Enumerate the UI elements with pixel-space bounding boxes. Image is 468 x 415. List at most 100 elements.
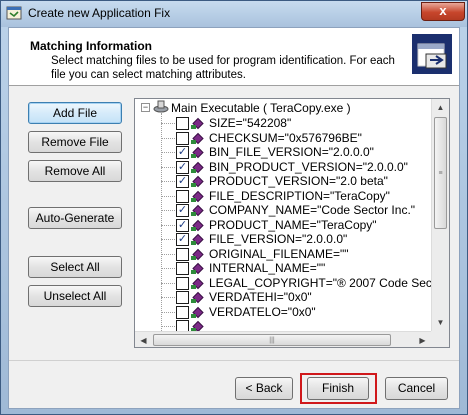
checkmark-icon: ✓	[177, 175, 188, 187]
tree-item[interactable]: ✓ PRODUCT_NAME="TeraCopy"	[161, 217, 449, 233]
attribute-icon	[191, 233, 204, 246]
attribute-checkbox[interactable]	[176, 189, 189, 203]
tree-connector-line	[161, 326, 175, 327]
tree-item[interactable]: VERDATEHI="0x0"	[161, 290, 449, 305]
tree-item[interactable]: CHECKSUM="0x576796BE"	[161, 131, 449, 146]
finish-button[interactable]: Finish	[307, 377, 369, 400]
scrollbar-corner	[431, 331, 449, 347]
attribute-icon	[191, 248, 204, 260]
attribute-checkbox[interactable]	[176, 262, 189, 275]
auto-generate-button[interactable]: Auto-Generate	[28, 207, 122, 229]
checkmark-icon: ✓	[177, 146, 188, 158]
back-button[interactable]: < Back	[235, 377, 293, 400]
tree-item-label: SIZE="542208"	[209, 116, 292, 130]
tree-connector-line	[161, 181, 175, 182]
wizard-header: Matching Information Select matching fil…	[9, 28, 459, 86]
attribute-checkbox[interactable]	[176, 247, 189, 261]
vertical-scrollbar[interactable]: ▲ ≡ ▼	[431, 99, 449, 331]
tree-item-label: PRODUCT_NAME="TeraCopy"	[209, 217, 377, 232]
matching-files-tree[interactable]: − Main Executable ( TeraCopy.exe ) SIZE=…	[134, 98, 450, 348]
attribute-icon	[191, 117, 204, 130]
tree-item[interactable]: ✓ COMPANY_NAME="Code Sector Inc."	[161, 203, 449, 218]
tree-item-label: PRODUCT_VERSION="2.0 beta"	[209, 174, 388, 188]
checkmark-icon: ✓	[177, 160, 188, 173]
tree-connector-line	[161, 195, 175, 197]
tree-item[interactable]: ORIGINAL_FILENAME=""	[161, 246, 449, 262]
attribute-checkbox[interactable]: ✓	[176, 160, 189, 174]
tree-connector-line	[161, 268, 175, 269]
horizontal-scrollbar[interactable]: ◀ ||| ▶	[135, 331, 431, 347]
attribute-icon	[191, 204, 204, 217]
attribute-checkbox[interactable]	[176, 117, 189, 130]
attribute-icon	[191, 291, 204, 304]
remove-all-button[interactable]: Remove All	[28, 160, 122, 182]
horizontal-scroll-thumb[interactable]: |||	[153, 334, 391, 346]
attribute-checkbox[interactable]: ✓	[176, 204, 189, 217]
scroll-left-icon[interactable]: ◀	[135, 332, 152, 347]
tree-connector-line	[161, 239, 175, 240]
tree-item-label: LEGAL_COPYRIGHT="® 2007 Code Sector Inc	[209, 275, 450, 290]
attribute-checkbox[interactable]	[176, 131, 189, 145]
tree-item[interactable]: SIZE="542208"	[161, 116, 449, 131]
tree-connector-line	[161, 253, 175, 255]
attribute-checkbox[interactable]	[176, 291, 189, 304]
checkmark-icon: ✓	[177, 218, 188, 231]
tree-item[interactable]: INTERNAL_NAME=""	[161, 261, 449, 276]
select-all-button[interactable]: Select All	[28, 256, 122, 278]
attribute-checkbox[interactable]	[176, 305, 189, 319]
window-title: Create new Application Fix	[28, 6, 171, 20]
tree-item-label: VERDATELO="0x0"	[209, 304, 316, 319]
tree-connector-line	[161, 297, 175, 298]
scroll-down-icon[interactable]: ▼	[432, 314, 449, 331]
tree-item[interactable]: ✓ BIN_PRODUCT_VERSION="2.0.0.0"	[161, 159, 449, 175]
tree-connector-line	[161, 152, 175, 153]
page-description: Select matching files to be used for pro…	[51, 55, 395, 81]
attribute-checkbox[interactable]: ✓	[176, 146, 189, 159]
attribute-checkbox[interactable]: ✓	[176, 233, 189, 246]
tree-item[interactable]: FILE_DESCRIPTION="TeraCopy"	[161, 189, 449, 204]
wizard-banner-icon	[412, 34, 452, 74]
attribute-checkbox[interactable]: ✓	[176, 175, 189, 188]
cancel-button[interactable]: Cancel	[385, 377, 448, 400]
attribute-icon	[191, 146, 204, 159]
tree-item-label: BIN_PRODUCT_VERSION="2.0.0.0"	[209, 159, 408, 174]
tree-item[interactable]: ✓ FILE_VERSION="2.0.0.0"	[161, 232, 449, 247]
attribute-icon	[191, 190, 204, 202]
tree-item-label: ORIGINAL_FILENAME=""	[209, 246, 349, 261]
remove-file-button[interactable]: Remove File	[28, 131, 122, 153]
tree-item-label: VERDATEHI="0x0"	[209, 290, 312, 304]
collapse-icon[interactable]: −	[141, 103, 150, 112]
footer-divider	[9, 360, 459, 361]
attribute-checkbox[interactable]	[176, 276, 189, 290]
attribute-checkbox[interactable]: ✓	[176, 218, 189, 232]
page-title: Matching Information	[30, 39, 152, 53]
tree-root-label: Main Executable ( TeraCopy.exe )	[171, 101, 351, 115]
tree-item[interactable]: ✓ PRODUCT_VERSION="2.0 beta"	[161, 174, 449, 189]
tree-connector-line	[161, 166, 175, 168]
checkmark-icon: ✓	[177, 233, 188, 245]
tree-connector-line	[161, 137, 175, 139]
scroll-right-icon[interactable]: ▶	[414, 332, 431, 347]
tree-connector-line	[161, 210, 175, 211]
executable-icon	[153, 100, 169, 113]
application-fix-window: Create new Application Fix x Matching In…	[0, 0, 468, 415]
tree-item[interactable]: ✓ BIN_FILE_VERSION="2.0.0.0"	[161, 145, 449, 160]
tree-item-label: COMPANY_NAME="Code Sector Inc."	[209, 203, 416, 217]
checkmark-icon: ✓	[177, 204, 188, 216]
title-bar[interactable]: Create new Application Fix x	[1, 1, 467, 27]
tree-connector-line	[161, 311, 175, 313]
tree-item[interactable]: LEGAL_COPYRIGHT="® 2007 Code Sector Inc	[161, 275, 450, 291]
attribute-icon	[191, 161, 204, 173]
tree-connector-line	[161, 224, 175, 226]
vertical-scroll-thumb[interactable]: ≡	[434, 117, 447, 229]
tree-connector-line	[161, 123, 175, 124]
close-button[interactable]: x	[421, 2, 465, 21]
wizard-page: Matching Information Select matching fil…	[8, 27, 460, 409]
close-icon: x	[439, 3, 447, 18]
tree-item-label: FILE_VERSION="2.0.0.0"	[209, 232, 348, 246]
tree-connector-line	[161, 282, 175, 284]
scroll-up-icon[interactable]: ▲	[432, 99, 449, 116]
unselect-all-button[interactable]: Unselect All	[28, 285, 122, 307]
add-file-button[interactable]: Add File	[28, 102, 122, 124]
tree-item[interactable]: VERDATELO="0x0"	[161, 304, 449, 320]
